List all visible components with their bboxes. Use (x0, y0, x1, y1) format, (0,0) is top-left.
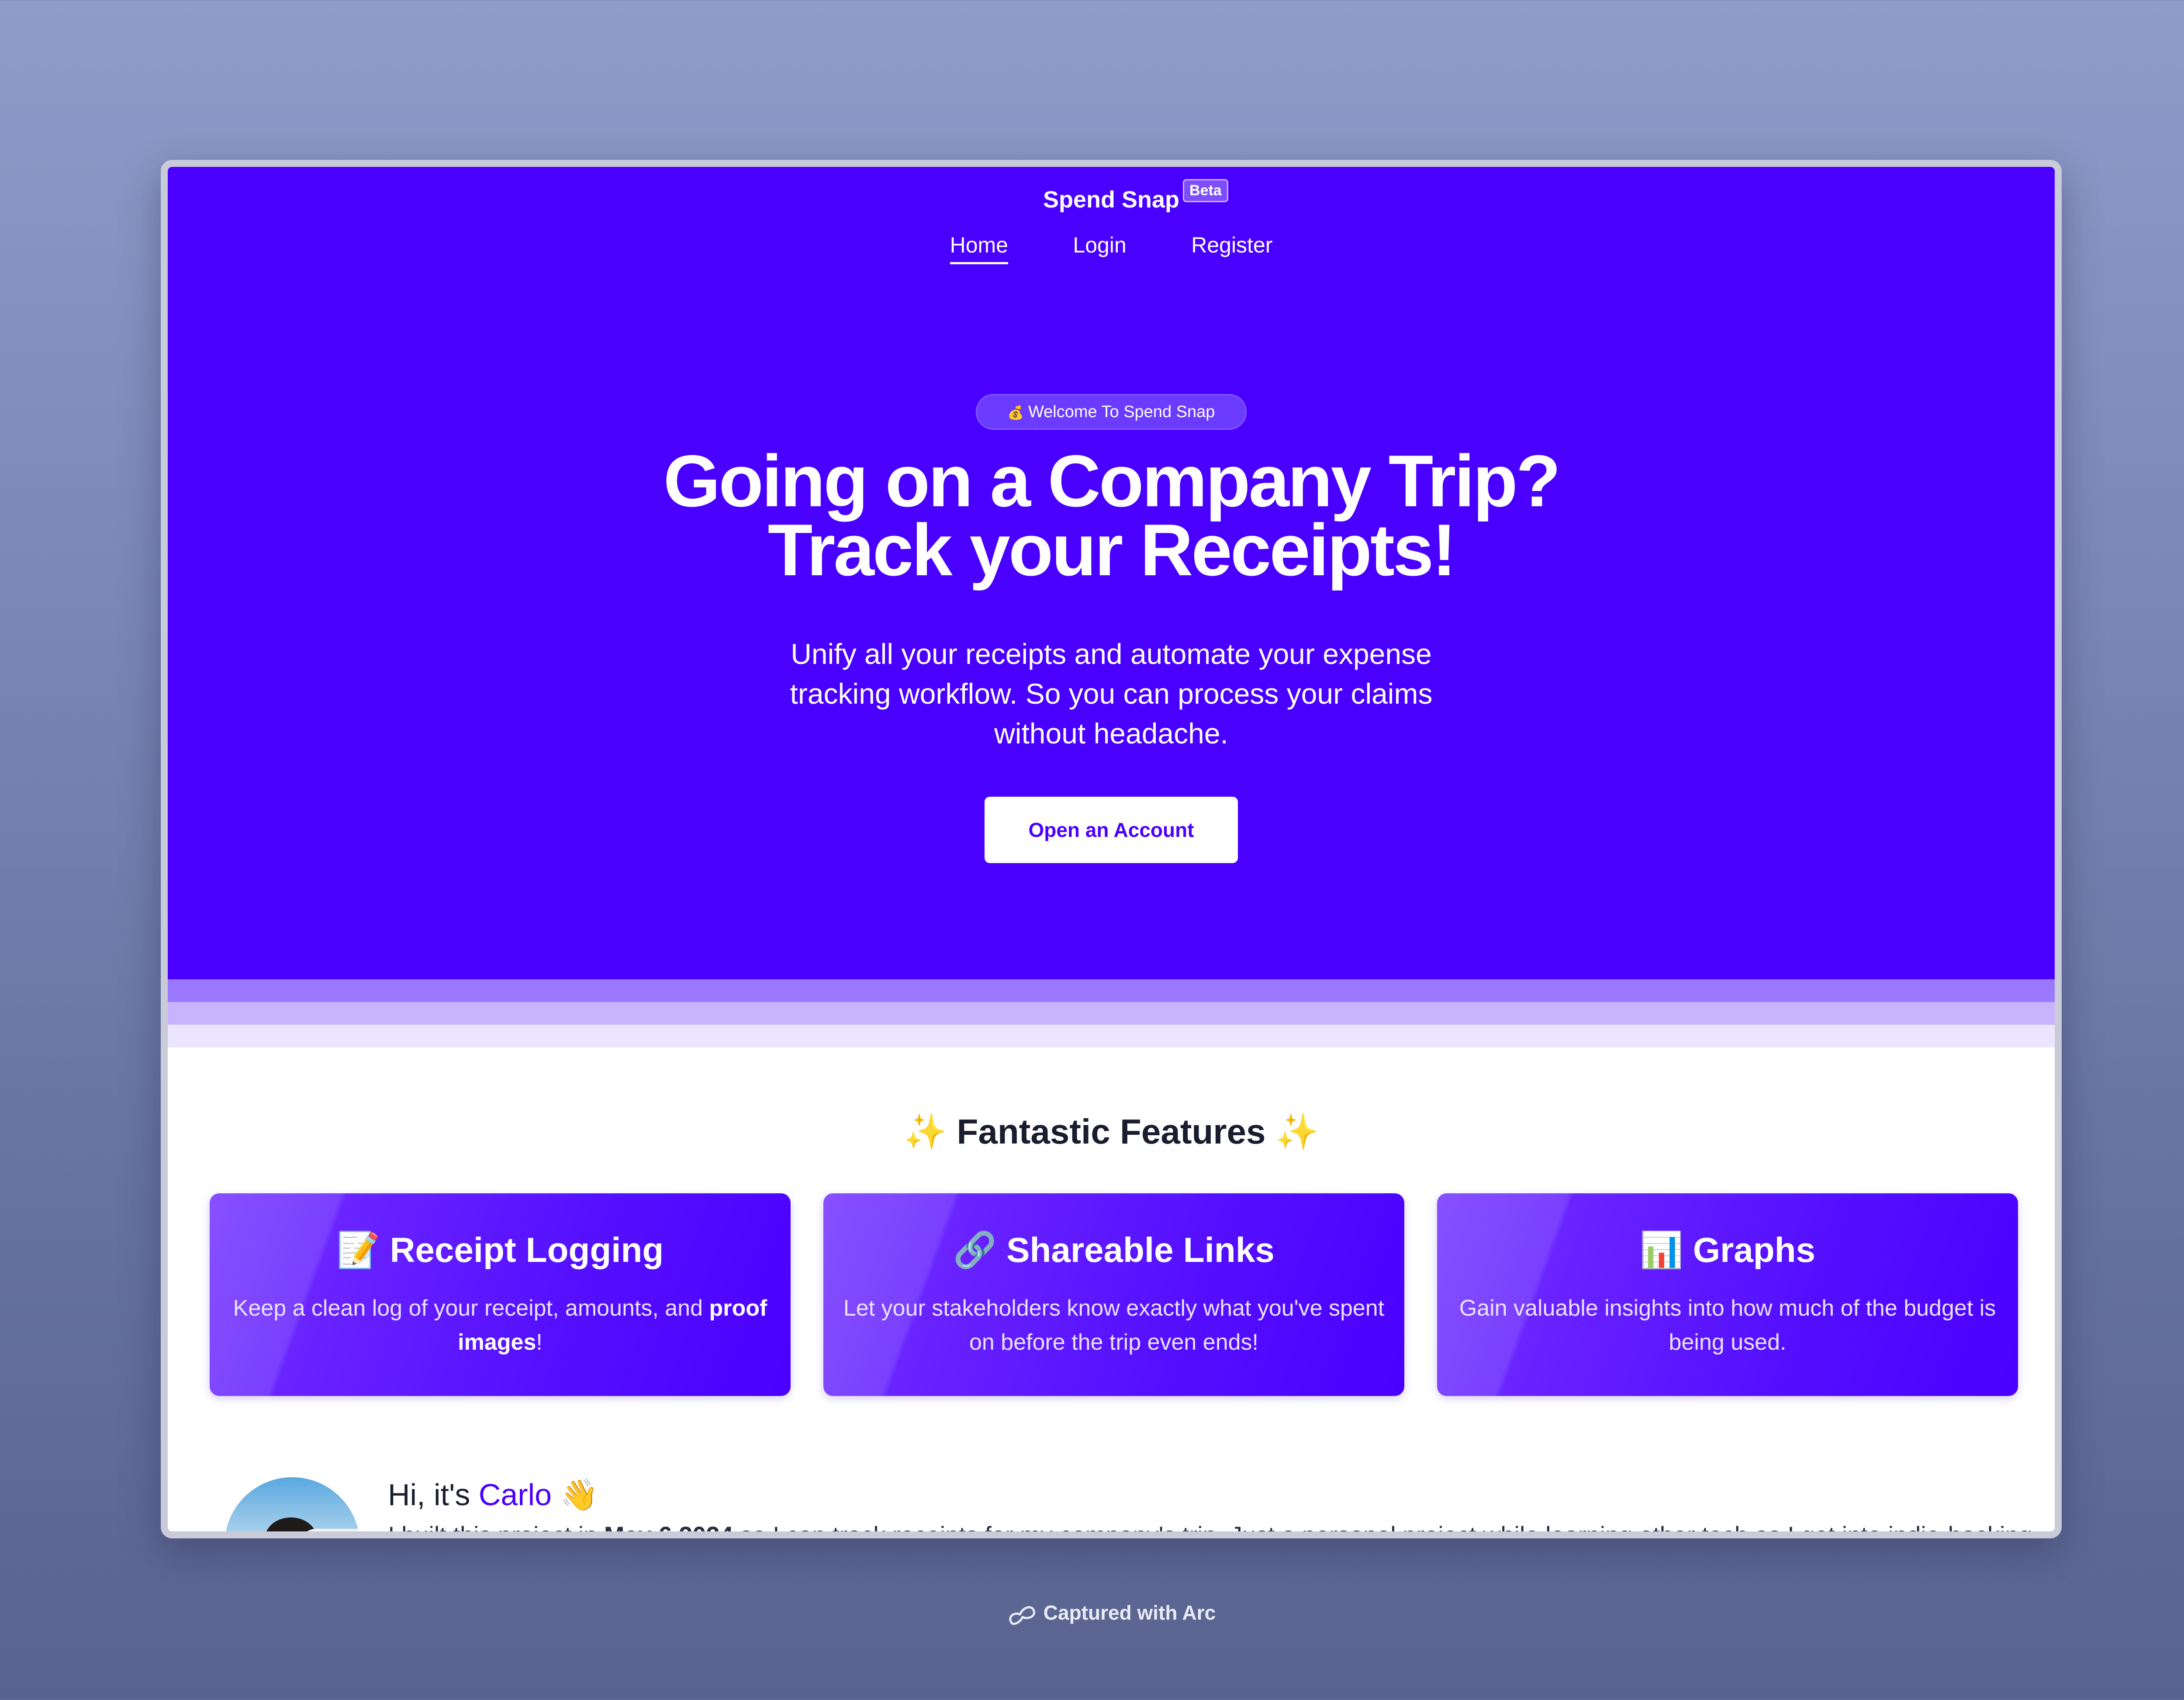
brand-logo[interactable]: Spend Snap Beta (1043, 179, 1228, 213)
about-text-start: I built this project in (388, 1521, 604, 1531)
top-nav: Home Login Register (168, 232, 2055, 264)
welcome-pill: 💰 Welcome To Spend Snap (976, 394, 1247, 430)
feature-card-title: 📊 Graphs (1455, 1228, 2001, 1272)
feature-card-receipt-logging: 📝 Receipt Logging Keep a clean log of yo… (210, 1193, 791, 1396)
money-bag-icon: 💰 (1007, 406, 1024, 420)
page-viewport: Spend Snap Beta Home Login Register 💰 Wel… (168, 167, 2055, 1531)
feature-card-graphs: 📊 Graphs Gain valuable insights into how… (1437, 1193, 2018, 1396)
feature-title-text: Receipt Logging (390, 1230, 664, 1269)
nav-register[interactable]: Register (1191, 232, 1272, 262)
captured-label: Captured with Arc (1043, 1601, 1216, 1624)
about-date: May 6 2024 (604, 1521, 733, 1531)
brand-name: Spend Snap (1043, 187, 1180, 213)
feature-card-text: Let your stakeholders know exactly what … (843, 1296, 1385, 1355)
about-text-end: so I can track receipts for my company's… (733, 1521, 2032, 1531)
welcome-text: Welcome To Spend Snap (1028, 403, 1215, 421)
feature-card-title: 📝 Receipt Logging (227, 1228, 773, 1272)
feature-text-end: ! (536, 1330, 543, 1355)
hero-headline: Going on a Company Trip? Track your Rece… (663, 440, 1561, 591)
feature-card-title: 🔗 Shareable Links (841, 1228, 1387, 1272)
beta-badge: Beta (1183, 179, 1228, 202)
waving-hand-icon: 👋 (560, 1478, 598, 1512)
feature-card-shareable-links: 🔗 Shareable Links Let your stakeholders … (823, 1193, 1404, 1396)
about-greeting: Hi, it's (388, 1478, 479, 1512)
bar-chart-icon: 📊 (1640, 1230, 1683, 1269)
divider-band (168, 1025, 2055, 1047)
avatar-hair (265, 1517, 317, 1531)
captured-with-arc: Captured with Arc (0, 1601, 2184, 1627)
memo-icon: 📝 (336, 1230, 380, 1269)
brand-row: Spend Snap Beta (168, 179, 2055, 213)
avatar (225, 1477, 360, 1531)
feature-card-text: Keep a clean log of your receipt, amount… (227, 1291, 773, 1359)
feature-text: Keep a clean log of your receipt, amount… (233, 1296, 709, 1321)
divider-band (168, 979, 2055, 1002)
feature-card-text: Gain valuable insights into how much of … (1459, 1296, 1996, 1355)
feature-title-text: Graphs (1693, 1230, 1815, 1269)
open-account-button[interactable]: Open an Account (985, 797, 1238, 863)
divider-band (168, 1002, 2055, 1025)
about-text: I built this project in May 6 2024 so I … (388, 1521, 2032, 1531)
browser-window: Spend Snap Beta Home Login Register 💰 Wel… (161, 160, 2062, 1538)
nav-home[interactable]: Home (950, 232, 1008, 264)
arc-logo-icon (1009, 1606, 1035, 1625)
feature-title-text: Shareable Links (1006, 1230, 1275, 1269)
link-icon: 🔗 (953, 1230, 997, 1269)
hero-section: Spend Snap Beta Home Login Register 💰 Wel… (168, 167, 2055, 979)
about-name: Carlo (478, 1478, 552, 1512)
nav-login[interactable]: Login (1073, 232, 1126, 262)
features-title: ✨ Fantastic Features ✨ (903, 1112, 1319, 1151)
about-title: Hi, it's Carlo 👋 (388, 1477, 598, 1513)
hero-subtitle: Unify all your receipts and automate you… (790, 638, 1433, 750)
